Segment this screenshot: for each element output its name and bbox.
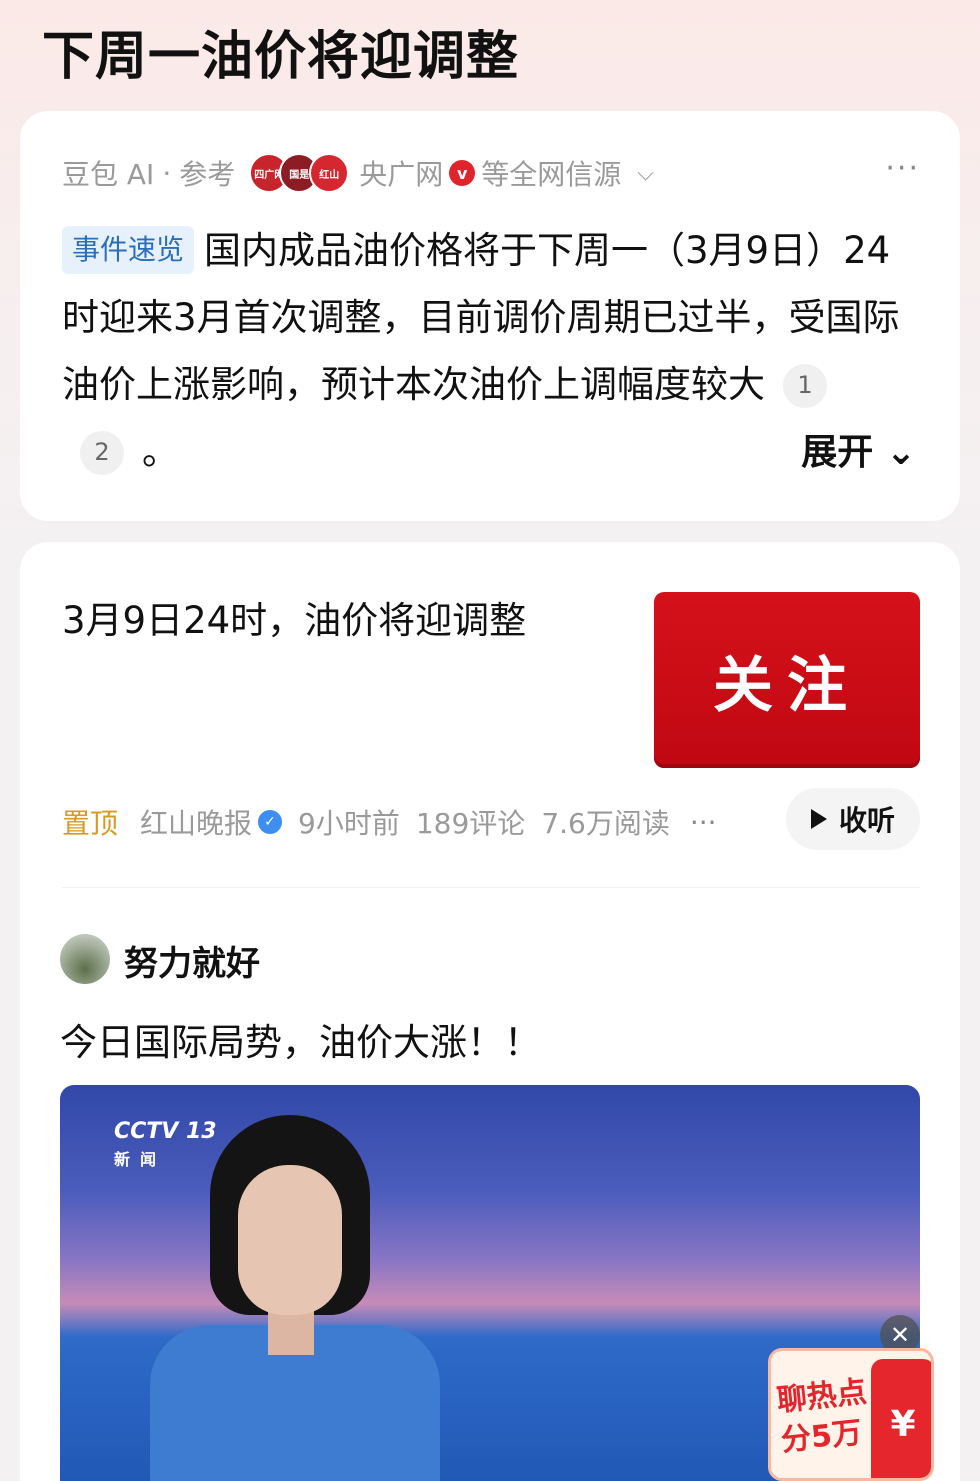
event-tag: 事件速览 bbox=[62, 226, 195, 274]
promo-banner[interactable]: 聊热点 分5万 ¥ bbox=[768, 1348, 934, 1481]
promo-line2: 分5万 bbox=[779, 1415, 864, 1459]
channel-sub: 新闻 bbox=[114, 1150, 167, 1169]
ai-summary-card: 豆包 AI · 参考 四广网 国是 红山 央广网 v 等全网信源 ⌵ ··· 事… bbox=[20, 111, 960, 521]
channel-logo: CCTV 13 新闻 bbox=[114, 1119, 217, 1170]
avatar[interactable] bbox=[60, 934, 110, 984]
summary-text: 事件速览 国内成品油价格将于下周一（3月9日）24时迎来3月首次调整，目前调价周期… bbox=[62, 217, 922, 485]
more-options-icon[interactable]: ··· bbox=[885, 151, 920, 186]
expand-label: 展开 bbox=[801, 432, 874, 473]
chevron-down-icon[interactable]: ⌵ bbox=[637, 161, 654, 186]
chevron-down-icon: ⌄ bbox=[885, 432, 916, 473]
article-thumbnail[interactable]: 关注 bbox=[654, 592, 920, 768]
article-title[interactable]: 3月9日24时，油价将迎调整 bbox=[62, 590, 526, 644]
divider bbox=[62, 887, 920, 888]
comment-count: 189评论 bbox=[415, 807, 526, 840]
publisher-name[interactable]: 红山晚报 bbox=[140, 802, 252, 842]
listen-button[interactable]: 收听 bbox=[786, 788, 920, 850]
verified-icon: ✓ bbox=[258, 810, 283, 834]
read-count: 7.6万阅读 bbox=[541, 807, 670, 840]
expand-button[interactable]: 展开 ⌄ bbox=[801, 423, 916, 475]
play-icon bbox=[810, 809, 827, 829]
summary-source-row[interactable]: 豆包 AI · 参考 四广网 国是 红山 央广网 v 等全网信源 ⌵ ··· bbox=[62, 151, 920, 195]
pinned-label: 置顶 bbox=[62, 807, 119, 840]
promo-text: 聊热点 分5万 bbox=[775, 1373, 873, 1462]
citation-1[interactable]: 1 bbox=[783, 363, 827, 408]
post-text[interactable]: 今日国际局势，油价大涨！！ bbox=[60, 1012, 541, 1066]
listen-label: 收听 bbox=[838, 804, 895, 837]
source-name: 央广网 bbox=[359, 158, 444, 191]
source-suffix: 等全网信源 bbox=[481, 158, 622, 191]
separator: · bbox=[162, 156, 172, 190]
reference-label: 参考 bbox=[179, 158, 236, 191]
publish-time: 9小时前 bbox=[298, 807, 400, 840]
news-anchor-face bbox=[238, 1165, 342, 1315]
source-logo: 红山 bbox=[309, 153, 350, 193]
verified-icon: v bbox=[449, 160, 476, 186]
author-name[interactable]: 努力就好 bbox=[124, 936, 260, 985]
article-meta-row: 置顶 红山晚报 ✓ 9小时前 189评论 7.6万阅读 ··· 收听 bbox=[62, 788, 920, 852]
channel-logo-text: CCTV 13 bbox=[114, 1119, 217, 1144]
ai-source-label: 豆包 AI bbox=[62, 158, 155, 191]
more-options-icon[interactable]: ··· bbox=[690, 806, 717, 839]
feed-card: 3月9日24时，油价将迎调整 关注 置顶 红山晚报 ✓ 9小时前 189评论 7… bbox=[20, 542, 960, 1481]
coin-icon: ¥ bbox=[871, 1359, 931, 1478]
source-logos: 四广网 国是 红山 bbox=[249, 153, 350, 193]
summary-end: 。 bbox=[142, 430, 179, 473]
page-title: 下周一油价将迎调整 bbox=[42, 27, 520, 87]
citation-2[interactable]: 2 bbox=[80, 430, 124, 475]
